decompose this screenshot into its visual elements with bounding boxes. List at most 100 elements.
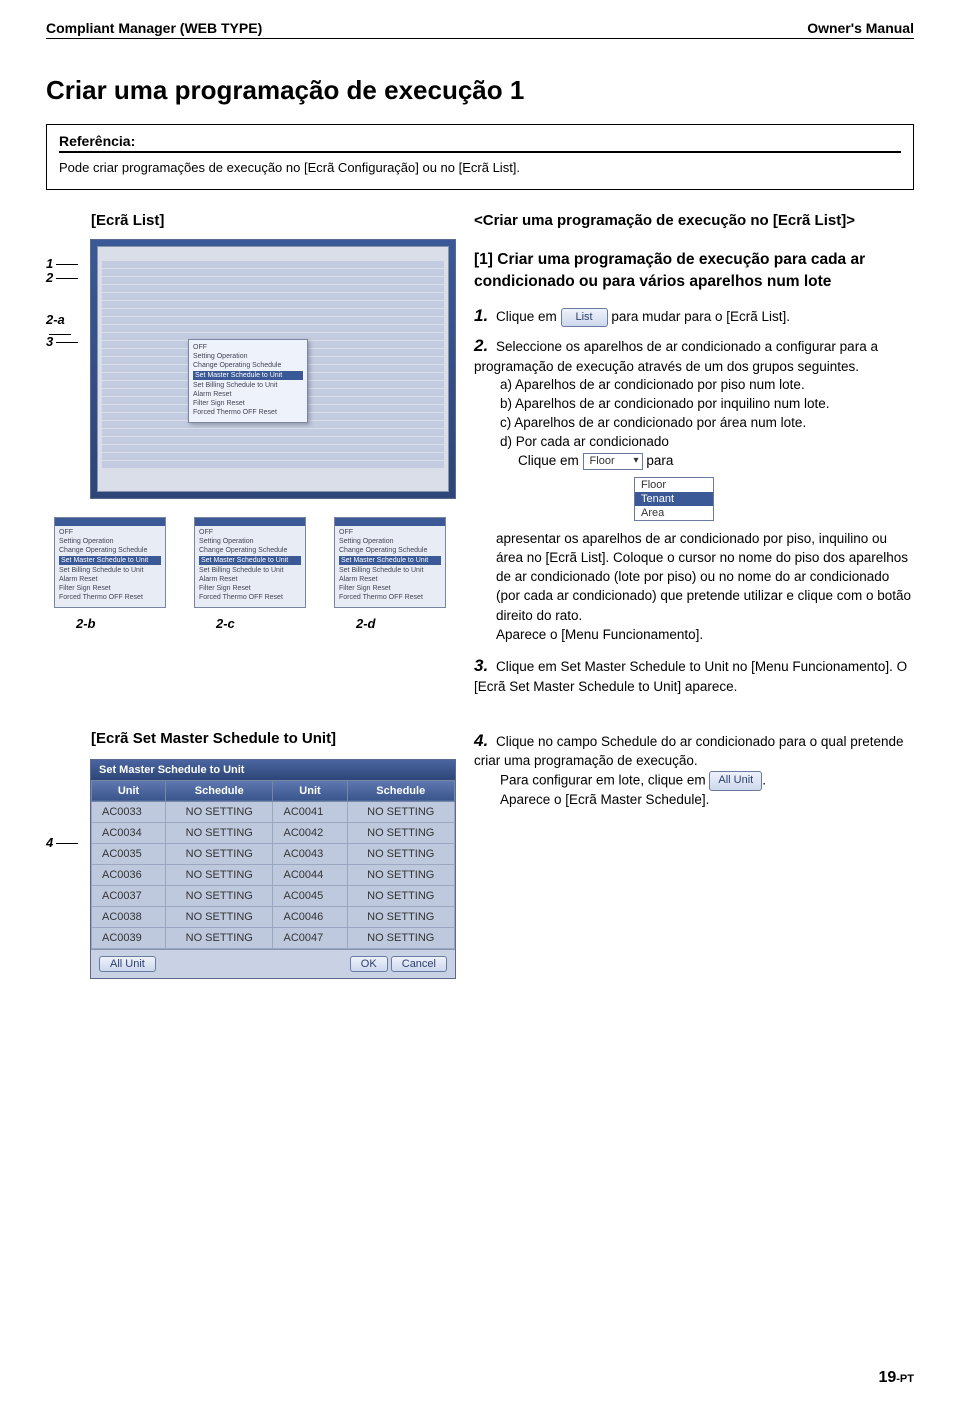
- all-unit-chip[interactable]: All Unit: [709, 771, 762, 790]
- dropdown-option[interactable]: Tenant: [635, 492, 713, 506]
- sms-unit-cell: AC0042: [273, 822, 347, 843]
- step-4: 4. Clique no campo Schedule do ar condic…: [474, 729, 914, 810]
- sms-schedule-cell[interactable]: NO SETTING: [347, 906, 455, 927]
- floor-dropdown[interactable]: Floor: [583, 453, 643, 470]
- sms-col: Unit: [273, 780, 347, 801]
- sms-unit-cell: AC0034: [92, 822, 166, 843]
- sms-schedule-cell[interactable]: NO SETTING: [347, 843, 455, 864]
- reference-label: Referência:: [59, 133, 901, 153]
- sms-footer: All Unit OK Cancel: [91, 949, 455, 978]
- sms-screenshot: Set Master Schedule to Unit Unit Schedul…: [90, 759, 456, 979]
- step-3-num: 3.: [474, 656, 488, 675]
- context-menu-item: Change Operating Schedule: [193, 362, 303, 369]
- context-menu-item: Forced Thermo OFF Reset: [193, 409, 303, 416]
- annotation-rail: 1 2 2-a 3: [46, 239, 84, 499]
- step-4-text-a: Clique no campo Schedule do ar condicion…: [474, 734, 904, 769]
- step-2: 2. Seleccione os aparelhos de ar condici…: [474, 334, 914, 471]
- dropdown-option[interactable]: Area: [635, 506, 713, 520]
- page-number: 19-PT: [878, 1369, 914, 1387]
- context-menu-item: Setting Operation: [193, 353, 303, 360]
- mini-menu-2c: OFF Setting Operation Change Operating S…: [194, 517, 306, 608]
- table-row: AC0036NO SETTINGAC0044NO SETTING: [92, 864, 455, 885]
- sms-schedule-cell[interactable]: NO SETTING: [347, 864, 455, 885]
- table-row: AC0038NO SETTINGAC0046NO SETTING: [92, 906, 455, 927]
- context-menu-item: Alarm Reset: [193, 391, 303, 398]
- step-1-text-a: Clique em: [496, 309, 557, 324]
- mini-menu-2d: OFF Setting Operation Change Operating S…: [334, 517, 446, 608]
- sms-schedule-cell[interactable]: NO SETTING: [166, 864, 273, 885]
- anno-2: 2: [46, 270, 53, 285]
- sms-annotation-rail: 4: [46, 759, 84, 979]
- anno-3: 3: [46, 334, 53, 349]
- sms-unit-cell: AC0038: [92, 906, 166, 927]
- sms-unit-cell: AC0033: [92, 801, 166, 822]
- table-row: AC0037NO SETTINGAC0045NO SETTING: [92, 885, 455, 906]
- sms-schedule-cell[interactable]: NO SETTING: [347, 927, 455, 948]
- step-1: 1. Clique em List para mudar para o [Ecr…: [474, 304, 914, 328]
- screenshot-list: OFF Setting Operation Change Operating S…: [90, 239, 456, 499]
- section-heading: [1] Criar uma programação de execução pa…: [474, 249, 914, 294]
- sms-unit-cell: AC0041: [273, 801, 347, 822]
- table-row: AC0039NO SETTINGAC0047NO SETTING: [92, 927, 455, 948]
- anno-4: 4: [46, 835, 53, 850]
- sms-screen-label: [Ecrã Set Master Schedule to Unit]: [91, 729, 456, 749]
- sms-schedule-cell[interactable]: NO SETTING: [347, 801, 455, 822]
- sms-schedule-cell[interactable]: NO SETTING: [166, 927, 273, 948]
- sms-unit-cell: AC0036: [92, 864, 166, 885]
- step-2d-click: Clique em Floor para: [474, 452, 914, 471]
- step-1-text-b: para mudar para o [Ecrã List].: [611, 309, 790, 324]
- sms-title: Set Master Schedule to Unit: [91, 760, 455, 780]
- header-right: Owner's Manual: [807, 20, 914, 36]
- step-2d: d) Por cada ar condicionado: [474, 433, 914, 452]
- table-row: AC0035NO SETTINGAC0043NO SETTING: [92, 843, 455, 864]
- step-2-num: 2.: [474, 336, 488, 355]
- header-bar: Compliant Manager (WEB TYPE) Owner's Man…: [46, 20, 914, 39]
- step-3: 3. Clique em Set Master Schedule to Unit…: [474, 654, 914, 697]
- reference-box: Referência: Pode criar programações de e…: [46, 124, 914, 190]
- context-menu-item: Set Master Schedule to Unit: [193, 371, 303, 380]
- sms-schedule-cell[interactable]: NO SETTING: [347, 822, 455, 843]
- sms-unit-cell: AC0046: [273, 906, 347, 927]
- reference-text: Pode criar programações de execução no […: [59, 160, 520, 175]
- step-4-text-b: Para configurar em lote, clique em All U…: [474, 771, 914, 790]
- sms-schedule-cell[interactable]: NO SETTING: [166, 801, 273, 822]
- step-3-text: Clique em Set Master Schedule to Unit no…: [474, 659, 907, 694]
- sms-unit-cell: AC0037: [92, 885, 166, 906]
- sms-col: Schedule: [347, 780, 455, 801]
- mini-labels: 2-b 2-c 2-d: [54, 616, 456, 631]
- step-2a: a) Aparelhos de ar condicionado por piso…: [474, 376, 914, 395]
- mini-menu-2b: OFF Setting Operation Change Operating S…: [54, 517, 166, 608]
- sms-unit-cell: AC0043: [273, 843, 347, 864]
- ok-button[interactable]: OK: [350, 956, 388, 972]
- sms-unit-cell: AC0035: [92, 843, 166, 864]
- step-2-text: Seleccione os aparelhos de ar condiciona…: [474, 339, 878, 374]
- sms-table: Unit Schedule Unit Schedule AC0033NO SET…: [91, 780, 455, 949]
- context-menu: OFF Setting Operation Change Operating S…: [188, 339, 308, 423]
- sms-schedule-cell[interactable]: NO SETTING: [166, 906, 273, 927]
- page-title: Criar uma programação de execução 1: [46, 75, 914, 106]
- step-2c: c) Aparelhos de ar condicionado por área…: [474, 414, 914, 433]
- step-1-num: 1.: [474, 306, 488, 325]
- step-2b: b) Aparelhos de ar condicionado por inqu…: [474, 395, 914, 414]
- sms-schedule-cell[interactable]: NO SETTING: [166, 822, 273, 843]
- sms-unit-cell: AC0039: [92, 927, 166, 948]
- context-menu-item: Filter Sign Reset: [193, 400, 303, 407]
- sms-schedule-cell[interactable]: NO SETTING: [347, 885, 455, 906]
- step-4-num: 4.: [474, 731, 488, 750]
- anno-2a: 2-a: [46, 312, 65, 327]
- para-explain: apresentar os aparelhos de ar condiciona…: [474, 529, 914, 644]
- floor-dropdown-menu: Floor Tenant Area: [634, 477, 714, 521]
- sms-unit-cell: AC0045: [273, 885, 347, 906]
- cancel-button[interactable]: Cancel: [391, 956, 447, 972]
- sms-unit-cell: AC0044: [273, 864, 347, 885]
- anno-2c: 2-c: [216, 616, 235, 631]
- context-menu-item: Set Billing Schedule to Unit: [193, 382, 303, 389]
- list-button[interactable]: List: [561, 308, 608, 327]
- dropdown-option[interactable]: Floor: [635, 478, 713, 492]
- all-unit-button[interactable]: All Unit: [99, 956, 156, 972]
- anno-2d: 2-d: [356, 616, 376, 631]
- sms-schedule-cell[interactable]: NO SETTING: [166, 843, 273, 864]
- sms-schedule-cell[interactable]: NO SETTING: [166, 885, 273, 906]
- context-menu-item: OFF: [193, 344, 303, 351]
- sms-col: Schedule: [166, 780, 273, 801]
